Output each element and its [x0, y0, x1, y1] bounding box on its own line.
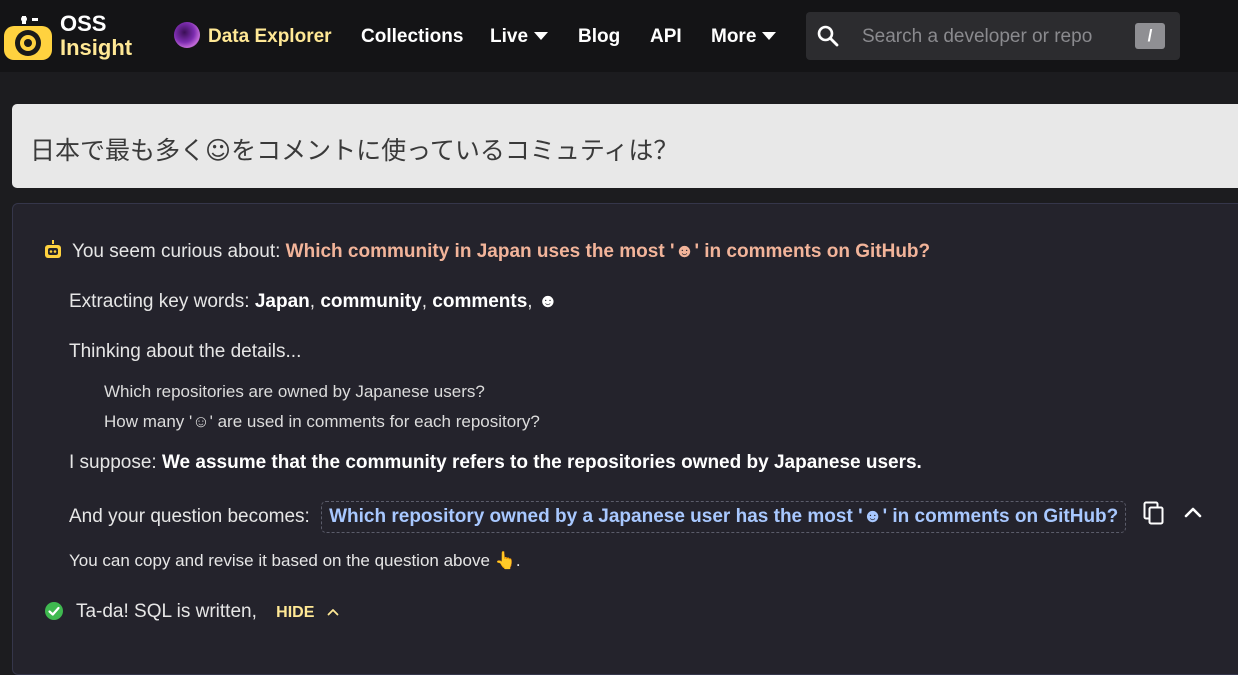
- detail-item: Which repositories are owned by Japanese…: [104, 382, 485, 401]
- nav-collections-label: Collections: [361, 26, 464, 47]
- keyword: community: [320, 291, 422, 312]
- logo-text: OSS Insight: [60, 12, 132, 60]
- nav-blog[interactable]: Blog: [578, 24, 620, 50]
- search-icon: [817, 25, 839, 47]
- revised-question-row: And your question becomes: Which reposit…: [69, 501, 1127, 533]
- data-explorer-orb-icon: [174, 21, 200, 48]
- nav-more[interactable]: More: [711, 24, 777, 50]
- sql-status-text: Ta-da! SQL is written,: [75, 601, 257, 622]
- caret-down-icon: [534, 31, 549, 40]
- check-circle-icon: [45, 602, 63, 620]
- suppose-prefix: I suppose:: [69, 452, 157, 473]
- chevron-up-icon[interactable]: [1183, 504, 1203, 520]
- question-input-box[interactable]: 日本で最も多く☺をコメントに使っているコミュティは？: [12, 104, 1238, 188]
- answer-panel: You seem curious about: Which community …: [12, 203, 1238, 675]
- search-box[interactable]: /: [806, 12, 1180, 60]
- caret-down-icon: [762, 31, 777, 40]
- sql-status-row: Ta-da! SQL is written, HIDE: [45, 601, 339, 623]
- keyword: comments: [432, 291, 528, 312]
- becomes-prefix: And your question becomes:: [69, 506, 310, 527]
- keywords-row: Extracting key words: Japan, community, …: [69, 291, 558, 312]
- nav-data-explorer-label: Data Explorer: [208, 26, 332, 47]
- detail-item: How many '☺' are used in comments for ea…: [104, 412, 540, 431]
- nav-more-label: More: [711, 26, 757, 47]
- nav-live[interactable]: Live: [490, 24, 549, 50]
- nav-api-label: API: [650, 26, 682, 47]
- hide-sql-button[interactable]: HIDE: [276, 604, 339, 622]
- top-navigation: OSS Insight Data Explorer Collections Li…: [0, 0, 1238, 72]
- suppose-row: I suppose: We assume that the community …: [69, 452, 922, 474]
- copy-hint: You can copy and revise it based on the …: [69, 551, 521, 570]
- robot-logo-icon: [4, 16, 52, 60]
- nav-data-explorer[interactable]: Data Explorer: [174, 21, 332, 50]
- search-input[interactable]: [860, 22, 1134, 52]
- keyword: Japan: [254, 291, 310, 312]
- keywords-prefix: Extracting key words:: [69, 291, 250, 312]
- pointing-up-emoji: 👆: [494, 551, 516, 570]
- robot-icon: [45, 240, 61, 258]
- nav-blog-label: Blog: [578, 26, 621, 47]
- curious-question: Which community in Japan uses the most '…: [285, 241, 931, 262]
- copy-hint-text: You can copy and revise it based on the …: [69, 551, 490, 570]
- suppose-text: We assume that the community refers to t…: [161, 452, 922, 473]
- nav-collections[interactable]: Collections: [361, 24, 463, 50]
- question-text: 日本で最も多く☺をコメントに使っているコミュティは？: [30, 136, 679, 165]
- logo[interactable]: OSS Insight: [2, 8, 142, 64]
- nav-live-label: Live: [490, 26, 529, 47]
- logo-line2: Insight: [60, 35, 133, 60]
- search-shortcut-key: /: [1135, 23, 1165, 49]
- curious-row: You seem curious about: Which community …: [43, 240, 930, 263]
- chevron-up-icon: [327, 609, 339, 616]
- hide-sql-label: HIDE: [276, 604, 315, 621]
- keyword: ☻: [537, 291, 558, 312]
- thinking-label: Thinking about the details...: [69, 341, 302, 362]
- logo-line1: OSS: [60, 11, 107, 36]
- curious-prefix: You seem curious about:: [71, 241, 281, 262]
- nav-api[interactable]: API: [650, 24, 682, 50]
- copy-icon[interactable]: [1143, 501, 1165, 525]
- revised-question[interactable]: Which repository owned by a Japanese use…: [321, 501, 1127, 533]
